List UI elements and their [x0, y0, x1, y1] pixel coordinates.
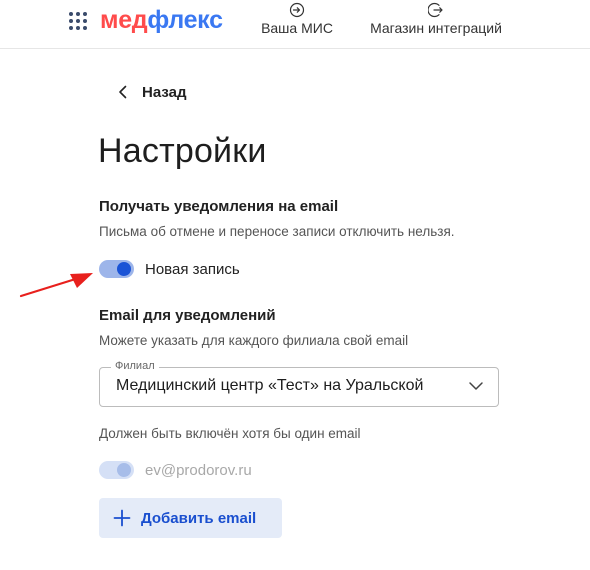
- top-header: медфлекс Ваша МИС Магазин интеграций: [0, 0, 590, 49]
- email-toggle[interactable]: [99, 461, 134, 479]
- back-label: Назад: [142, 83, 187, 101]
- add-email-button[interactable]: Добавить email: [99, 498, 282, 538]
- new-appointment-toggle[interactable]: [99, 260, 134, 278]
- annotation-arrow-icon: [19, 273, 93, 298]
- page-title: Настройки: [98, 132, 267, 170]
- toggle-knob: [117, 262, 131, 276]
- branch-select[interactable]: Филиал Медицинский центр «Тест» на Ураль…: [99, 360, 499, 407]
- nav-your-mis-label: Ваша МИС: [261, 20, 333, 36]
- new-appointment-toggle-row: Новая запись: [99, 260, 240, 278]
- emails-title: Email для уведомлений: [99, 307, 276, 324]
- apps-grid-icon[interactable]: [69, 12, 87, 30]
- toggle-knob: [117, 463, 131, 477]
- notifications-subtitle: Письма об отмене и переносе записи отклю…: [99, 224, 455, 239]
- back-button[interactable]: Назад: [117, 80, 186, 104]
- new-appointment-label: Новая запись: [145, 260, 240, 278]
- medflex-logo[interactable]: медфлекс: [100, 6, 223, 35]
- logout-icon: [428, 2, 443, 18]
- notifications-title: Получать уведомления на email: [99, 198, 339, 215]
- branch-select-value: Медицинский центр «Тест» на Уральской: [116, 377, 424, 394]
- nav-your-mis[interactable]: Ваша МИС: [258, 2, 336, 36]
- add-email-label: Добавить email: [141, 509, 257, 527]
- email-toggle-row: ev@prodorov.ru: [99, 461, 252, 479]
- nav-integrations-store[interactable]: Магазин интеграций: [363, 2, 509, 36]
- login-icon: [289, 2, 305, 18]
- chevron-left-icon: [119, 85, 127, 99]
- email-required-hint: Должен быть включён хотя бы один email: [99, 426, 361, 441]
- email-address-label: ev@prodorov.ru: [145, 461, 252, 479]
- plus-icon: [113, 509, 131, 527]
- emails-subtitle: Можете указать для каждого филиала свой …: [99, 333, 409, 348]
- branch-select-legend: Филиал: [111, 360, 159, 372]
- nav-integrations-store-label: Магазин интеграций: [370, 20, 502, 36]
- chevron-down-icon: [469, 382, 483, 390]
